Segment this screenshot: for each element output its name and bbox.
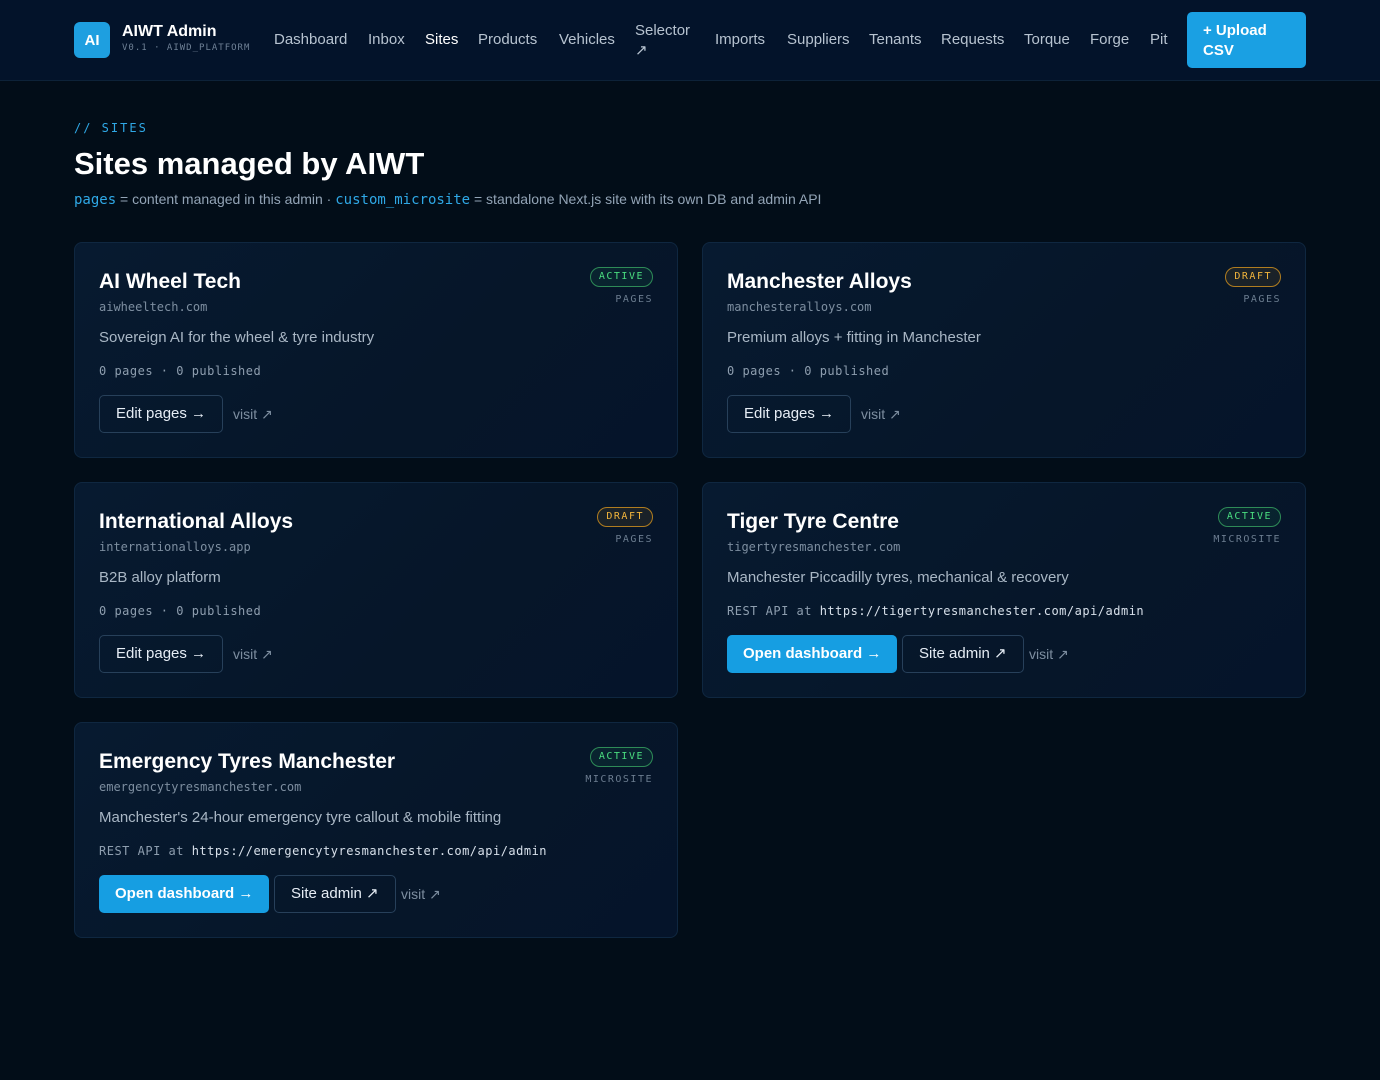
status-badge: ACTIVE [589, 747, 653, 767]
site-domain: aiwheeltech.com [99, 300, 208, 314]
nav-tenants[interactable]: Tenants [869, 31, 922, 48]
visit-link[interactable]: visit ↗ [861, 406, 901, 423]
nav-products[interactable]: Products [478, 31, 537, 48]
api-prefix: REST API at [99, 844, 192, 858]
site-kind: MICROSITE [585, 774, 653, 785]
site-description: Sovereign AI for the wheel & tyre indust… [99, 329, 375, 346]
nav-selector[interactable]: Selector ↗ [635, 21, 705, 61]
site-card-ai-wheel-tech: AI Wheel Tech aiwheeltech.com Sovereign … [74, 242, 678, 458]
legend-desc-pages: = content managed in this admin · [116, 191, 336, 207]
open-dashboard-button[interactable]: Open dashboard → [99, 875, 270, 913]
site-api-endpoint: REST API at https://emergencytyresmanche… [99, 844, 547, 858]
edit-pages-button[interactable]: Edit pages → [99, 635, 224, 673]
site-name: Tiger Tyre Centre [727, 510, 899, 533]
nav-imports[interactable]: Imports [715, 31, 765, 48]
nav-suppliers[interactable]: Suppliers [787, 31, 850, 48]
nav-forge[interactable]: Forge [1090, 31, 1129, 48]
site-kind: PAGES [1243, 294, 1281, 305]
site-card-international-alloys: International Alloys internationalloys.a… [74, 482, 678, 698]
edit-pages-button[interactable]: Edit pages → [727, 395, 852, 433]
upload-csv-button[interactable]: + Upload CSV [1187, 12, 1306, 68]
visit-link[interactable]: visit ↗ [1029, 646, 1069, 663]
nav-torque[interactable]: Torque [1024, 31, 1070, 48]
site-card-emergency-tyres-manchester: Emergency Tyres Manchester emergencytyre… [74, 722, 678, 938]
page-title: Sites managed by AIWT [74, 146, 425, 181]
visit-link[interactable]: visit ↗ [401, 886, 441, 903]
site-name: Emergency Tyres Manchester [99, 750, 396, 773]
site-page-count: 0 pages · 0 published [99, 364, 262, 378]
status-badge: DRAFT [1225, 267, 1281, 287]
site-name: International Alloys [99, 510, 294, 533]
site-page-count: 0 pages · 0 published [727, 364, 890, 378]
edit-pages-button[interactable]: Edit pages → [99, 395, 224, 433]
site-card-tiger-tyre-centre: Tiger Tyre Centre tigertyresmanchester.c… [702, 482, 1306, 698]
site-domain: tigertyresmanchester.com [727, 540, 901, 554]
site-kind: PAGES [615, 294, 653, 305]
site-type-legend: pages = content managed in this admin · … [74, 191, 821, 208]
site-description: Manchester's 24-hour emergency tyre call… [99, 809, 502, 826]
site-name: AI Wheel Tech [99, 270, 241, 293]
status-badge: ACTIVE [1217, 507, 1281, 527]
nav-sites[interactable]: Sites [425, 31, 458, 48]
status-badge: DRAFT [597, 507, 653, 527]
top-nav-bar: AI AIWT Admin V0.1 · AIWD_PLATFORM Dashb… [0, 0, 1380, 81]
app-logo[interactable]: AI [74, 22, 110, 58]
site-admin-button[interactable]: Site admin ↗ [902, 635, 1024, 673]
site-name: Manchester Alloys [727, 270, 912, 293]
site-card-manchester-alloys: Manchester Alloys manchesteralloys.com P… [702, 242, 1306, 458]
visit-link[interactable]: visit ↗ [233, 406, 273, 423]
site-page-count: 0 pages · 0 published [99, 604, 262, 618]
site-domain: emergencytyresmanchester.com [99, 780, 302, 794]
app-title: AIWT Admin [122, 23, 217, 40]
status-badge: ACTIVE [589, 267, 653, 287]
site-description: Manchester Piccadilly tyres, mechanical … [727, 569, 1069, 586]
legend-term-pages: pages [74, 192, 117, 208]
nav-vehicles[interactable]: Vehicles [559, 31, 615, 48]
api-url: https://tigertyresmanchester.com/api/adm… [819, 604, 1145, 618]
api-prefix: REST API at [727, 604, 820, 618]
section-eyebrow: // SITES [74, 121, 148, 135]
legend-term-microsite: custom_microsite [335, 192, 471, 208]
nav-inbox[interactable]: Inbox [368, 31, 405, 48]
site-description: Premium alloys + fitting in Manchester [727, 329, 981, 346]
api-url: https://emergencytyresmanchester.com/api… [191, 844, 548, 858]
site-domain: internationalloys.app [99, 540, 251, 554]
site-domain: manchesteralloys.com [727, 300, 872, 314]
open-dashboard-button[interactable]: Open dashboard → [727, 635, 898, 673]
site-kind: MICROSITE [1213, 534, 1281, 545]
nav-requests[interactable]: Requests [941, 31, 1004, 48]
nav-pit[interactable]: Pit [1150, 31, 1168, 48]
legend-desc-microsite: = standalone Next.js site with its own D… [470, 191, 822, 207]
site-description: B2B alloy platform [99, 569, 221, 586]
site-api-endpoint: REST API at https://tigertyresmanchester… [727, 604, 1144, 618]
visit-link[interactable]: visit ↗ [233, 646, 273, 663]
app-version: V0.1 · AIWD_PLATFORM [122, 43, 251, 53]
site-kind: PAGES [615, 534, 653, 545]
site-admin-button[interactable]: Site admin ↗ [274, 875, 396, 913]
nav-dashboard[interactable]: Dashboard [274, 31, 347, 48]
